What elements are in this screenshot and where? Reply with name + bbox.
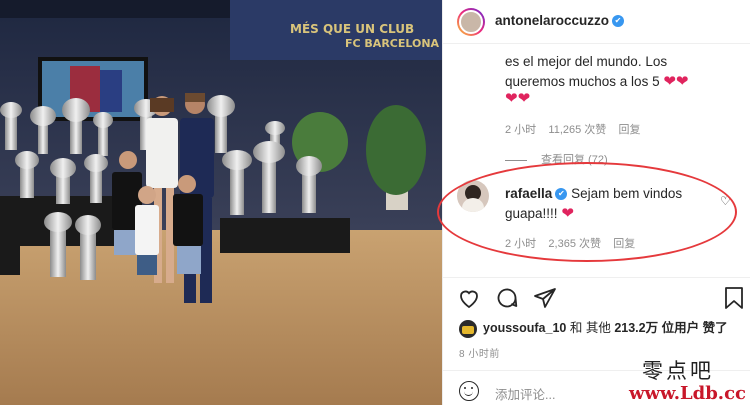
post-header: antonelaroccuzzo ✔ xyxy=(443,0,750,44)
view-replies-button[interactable]: 查看回复 (72) xyxy=(505,151,608,167)
caption-line-3: ❤❤ xyxy=(505,89,530,107)
liked-by-suffix: 位用户 赞了 xyxy=(661,321,728,335)
heart-emoji-icon: ❤ xyxy=(561,205,574,222)
comment-like-heart-icon[interactable]: ♡ xyxy=(720,194,731,208)
post-photo[interactable]: MÉS QUE UN CLUB FC BARCELONA xyxy=(0,0,442,405)
liked-by-and-others: 和 其他 xyxy=(569,321,611,335)
caption-line-1: es el mejor del mundo. Los xyxy=(505,54,668,69)
plant xyxy=(366,105,426,195)
commenter-avatar[interactable] xyxy=(457,180,489,212)
caption-line-2: queremos muchos a los 5 ❤❤ xyxy=(505,72,689,90)
comment-text-1: Sejam bem vindos xyxy=(571,186,683,201)
add-comment-input[interactable]: 添加评论... xyxy=(495,384,555,403)
heart-emoji-icon: ❤ xyxy=(517,90,531,107)
verified-badge-icon: ✔ xyxy=(555,188,568,201)
comment-line-2: guapa!!!! ❤ xyxy=(505,204,574,222)
watermark-title: 零点吧 xyxy=(642,359,714,383)
caption-time: 2 小时 xyxy=(505,124,537,136)
liker-username[interactable]: youssoufa_10 xyxy=(483,321,566,335)
bookmark-icon[interactable] xyxy=(723,286,745,310)
watermark-url: www.Ldb.cc xyxy=(629,383,746,404)
comment-line-1: rafaella ✔ Sejam bem vindos xyxy=(505,186,682,201)
comment-likes[interactable]: 2,365 次赞 xyxy=(548,238,601,250)
replies-line xyxy=(505,159,527,161)
share-icon[interactable] xyxy=(533,286,557,310)
caption-line-2-text: queremos muchos a los 5 xyxy=(505,74,660,89)
comment-reply-button[interactable]: 回复 xyxy=(613,238,635,250)
liked-by-count[interactable]: 213.2万 xyxy=(614,321,658,335)
commenter-username[interactable]: rafaella xyxy=(505,186,552,201)
emoji-icon[interactable] xyxy=(459,381,479,401)
heart-emoji-icon: ❤ xyxy=(675,73,689,90)
banner-slogan: MÉS QUE UN CLUB xyxy=(290,21,414,36)
heart-emoji-icon: ❤ xyxy=(505,90,518,107)
liker-avatar[interactable] xyxy=(459,319,477,338)
comment-text-2: guapa!!!! xyxy=(505,206,558,221)
post-detail-panel: antonelaroccuzzo ✔ es el mejor del mundo.… xyxy=(437,0,750,405)
comment-meta: 2 小时 2,365 次赞 回复 xyxy=(505,235,635,251)
verified-badge-icon: ✔ xyxy=(612,15,625,28)
liked-by-row: youssoufa_10 和 其他 213.2万 位用户 赞了 xyxy=(459,317,728,338)
caption-meta: 2 小时 11,265 次赞 回复 xyxy=(505,121,641,137)
action-bar xyxy=(443,277,750,318)
caption-reply-button[interactable]: 回复 xyxy=(619,124,641,136)
post-photo-illustration: MÉS QUE UN CLUB FC BARCELONA xyxy=(0,0,442,405)
view-replies-label[interactable]: 查看回复 (72) xyxy=(541,154,608,166)
post-timestamp: 8 小时前 xyxy=(459,349,500,360)
comment-time: 2 小时 xyxy=(505,238,537,250)
author-username-text[interactable]: antonelaroccuzzo xyxy=(495,13,609,28)
heart-emoji-icon: ❤ xyxy=(663,73,676,90)
caption-likes[interactable]: 11,265 次赞 xyxy=(548,124,606,136)
author-username[interactable]: antonelaroccuzzo ✔ xyxy=(495,13,625,28)
author-avatar[interactable] xyxy=(457,8,485,36)
banner-brand: FC BARCELONA xyxy=(345,37,440,50)
comment-icon[interactable] xyxy=(495,286,519,310)
heart-icon[interactable] xyxy=(457,286,481,310)
